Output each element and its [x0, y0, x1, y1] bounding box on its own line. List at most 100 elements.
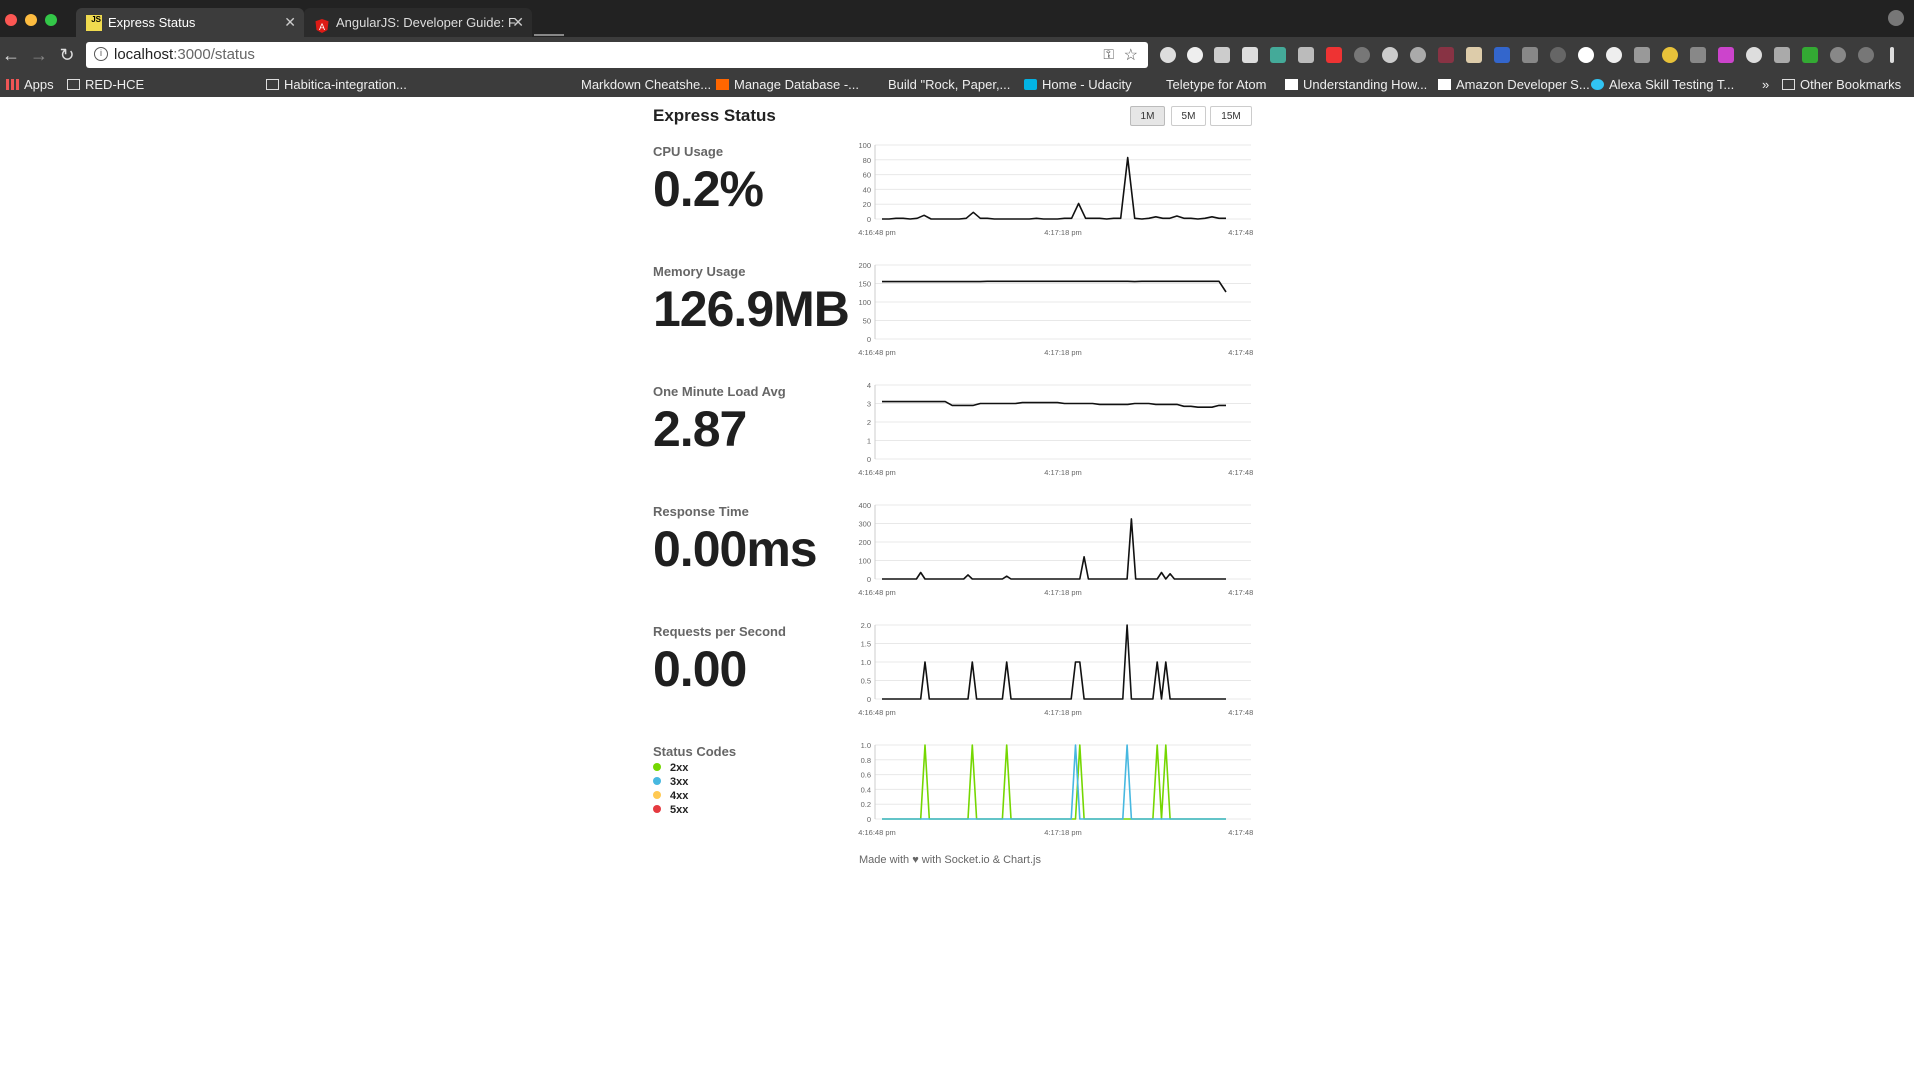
bookmark-label: Build "Rock, Paper,... [888, 77, 1011, 92]
bookmark-alexa-testing[interactable]: Alexa Skill Testing T... [1591, 77, 1734, 92]
x-tick-label: 4:16:48 pm [858, 708, 896, 717]
extension-icon[interactable] [1802, 47, 1818, 63]
y-tick-label: 0.6 [861, 771, 871, 780]
tab-angularjs-guide[interactable]: A AngularJS: Developer Guide: F ✕ [304, 8, 532, 37]
span-button-1m[interactable]: 1M [1130, 106, 1165, 126]
extension-icon[interactable] [1522, 47, 1538, 63]
legend-dot [653, 763, 661, 771]
bookmark-apps[interactable]: Apps [6, 77, 54, 92]
extension-icon[interactable] [1634, 47, 1650, 63]
extension-icon[interactable] [1774, 47, 1790, 63]
legend-dot [653, 777, 661, 785]
gear-icon[interactable] [1410, 47, 1426, 63]
y-tick-label: 1 [867, 437, 871, 446]
series-line-cpu [882, 156, 1226, 220]
x-tick-label: 4:17:48 pm [1228, 828, 1253, 837]
bookmark-label: Understanding How... [1303, 77, 1428, 92]
y-tick-label: 20 [863, 200, 871, 209]
extension-icon[interactable] [1160, 47, 1176, 63]
bookmark-amazon-developer[interactable]: Amazon Developer S... [1438, 77, 1590, 92]
extension-icon[interactable] [1187, 47, 1203, 63]
bookmark-other-bookmarks[interactable]: Other Bookmarks [1782, 77, 1901, 92]
chart-icon[interactable] [1270, 47, 1286, 63]
window-maximize-button[interactable] [45, 14, 57, 26]
gmail-icon[interactable] [1214, 47, 1230, 63]
extension-icon[interactable] [1606, 47, 1622, 63]
span-button-15m[interactable]: 15M [1210, 106, 1252, 126]
bookmark-markdown[interactable]: Markdown Cheatshe... [581, 77, 711, 92]
legend-dot [653, 791, 661, 799]
response-time-value: 0.00ms [653, 521, 818, 577]
bookmark-build-rock-paper[interactable]: Build "Rock, Paper,... [888, 77, 1010, 92]
plus-icon[interactable] [1326, 47, 1342, 63]
close-icon[interactable]: ✕ [512, 8, 524, 37]
extension-icon[interactable] [1662, 47, 1678, 63]
x-tick-label: 4:17:48 pm [1228, 708, 1253, 717]
info-icon[interactable]: i [94, 47, 108, 61]
menu-icon[interactable] [1890, 47, 1894, 63]
bookmark-manage-database[interactable]: Manage Database -... [716, 77, 859, 92]
extension-icon[interactable] [1354, 47, 1370, 63]
folder-icon [266, 79, 279, 90]
react-icon[interactable] [1830, 47, 1846, 63]
bookmark-label: Markdown Cheatshe... [581, 77, 712, 92]
x-tick-label: 4:17:48 pm [1228, 348, 1253, 357]
window-minimize-button[interactable] [25, 14, 37, 26]
profile-icon[interactable] [1888, 10, 1904, 26]
address-bar[interactable]: i localhost:3000/status ⚿ ☆ [86, 42, 1148, 68]
extension-icon[interactable] [1858, 47, 1874, 63]
new-tab-button[interactable] [534, 14, 564, 36]
close-icon[interactable]: ✕ [284, 8, 296, 37]
bookmark-understanding[interactable]: Understanding How... [1285, 77, 1427, 92]
y-tick-label: 100 [858, 298, 871, 307]
extension-icon[interactable] [1578, 47, 1594, 63]
bookmark-label: Teletype for Atom [1166, 77, 1267, 92]
extension-icon[interactable] [1550, 47, 1566, 63]
alexa-icon [1591, 79, 1604, 90]
extension-icon[interactable] [1438, 47, 1454, 63]
y-tick-label: 0 [867, 215, 871, 224]
x-tick-label: 4:17:48 pm [1228, 588, 1253, 597]
amazon-icon [1285, 79, 1298, 90]
star-icon[interactable]: ☆ [1124, 45, 1138, 65]
reload-icon[interactable]: ↻ [56, 44, 78, 66]
y-tick-label: 200 [858, 538, 871, 547]
y-tick-label: 400 [858, 501, 871, 510]
y-tick-label: 0.8 [861, 756, 871, 765]
extension-icon[interactable] [1746, 47, 1762, 63]
legend-label: 4xx [670, 790, 689, 802]
bookmarks-overflow-button[interactable]: » [1762, 77, 1769, 92]
window-close-button[interactable] [5, 14, 17, 26]
extension-icon[interactable] [1298, 47, 1314, 63]
extension-icon[interactable] [1242, 47, 1258, 63]
y-tick-label: 0 [867, 815, 871, 824]
back-arrow-icon[interactable]: ← [0, 44, 22, 66]
cpu-usage-value: 0.2% [653, 161, 764, 217]
y-tick-label: 1.5 [861, 640, 871, 649]
key-icon[interactable]: ⚿ [1103, 46, 1114, 63]
span-button-5m[interactable]: 5M [1171, 106, 1206, 126]
x-tick-label: 4:17:48 pm [1228, 468, 1253, 477]
y-tick-label: 0.4 [861, 785, 871, 794]
y-tick-label: 80 [863, 156, 871, 165]
extension-icon[interactable] [1466, 47, 1482, 63]
y-tick-label: 50 [863, 317, 871, 326]
bookmark-udacity[interactable]: Home - Udacity [1024, 77, 1132, 92]
response-time-chart: 0 100 200 300 400 4:16:48 pm 4:17:18 pm 4:17:48… [858, 501, 1253, 597]
shield-icon[interactable] [1690, 47, 1706, 63]
extension-icon[interactable] [1718, 47, 1734, 63]
bookmark-label: Alexa Skill Testing T... [1609, 77, 1735, 92]
extension-icon[interactable] [1494, 47, 1510, 63]
url-text[interactable]: localhost:3000/status [114, 46, 255, 63]
tab-express-status[interactable]: JS Express Status ✕ [76, 8, 304, 37]
forward-arrow-icon[interactable]: → [28, 44, 50, 66]
bookmark-habitica[interactable]: Habitica-integration... [266, 77, 407, 92]
folder-icon [67, 79, 80, 90]
wordpress-icon[interactable] [1382, 47, 1398, 63]
tab-title: Express Status [108, 15, 196, 30]
bookmark-red-hce[interactable]: RED-HCE [67, 77, 144, 92]
y-tick-label: 0.5 [861, 677, 871, 686]
bookmark-teletype[interactable]: Teletype for Atom [1166, 77, 1266, 92]
load-avg-label: One Minute Load Avg [653, 384, 786, 399]
legend-item-3xx: 3xx [653, 775, 688, 789]
